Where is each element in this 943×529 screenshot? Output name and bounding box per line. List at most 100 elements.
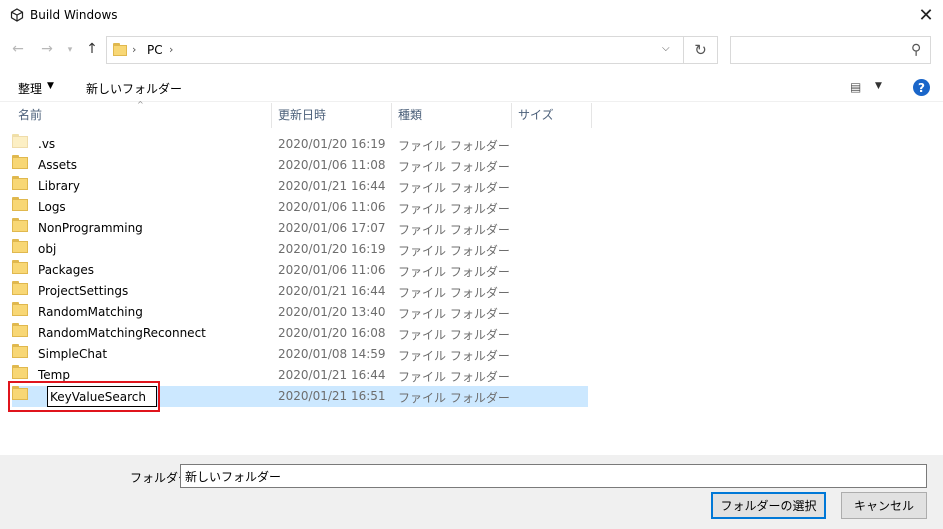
recent-locations-button[interactable]: ▾ — [64, 40, 76, 60]
folder-icon — [12, 323, 28, 337]
back-button[interactable]: ← — [8, 39, 28, 59]
file-type: ファイル フォルダー — [398, 139, 510, 153]
title-bar: Build Windows ✕ — [0, 0, 943, 31]
up-button[interactable]: ↑ — [82, 39, 102, 59]
folder-icon — [12, 260, 28, 274]
folder-icon — [12, 281, 28, 295]
arrow-left-icon: ← — [12, 41, 24, 57]
file-date: 2020/01/21 16:51 — [278, 389, 386, 403]
file-date: 2020/01/06 11:06 — [278, 263, 386, 277]
toolbar: 整理 ▼ 新しいフォルダー ▤ ▼ — [0, 73, 943, 102]
file-row[interactable]: obj 2020/01/20 16:19 ファイル フォルダー — [12, 239, 588, 260]
file-row[interactable]: NonProgramming 2020/01/06 17:07 ファイル フォルダー — [12, 218, 588, 239]
file-date: 2020/01/21 16:44 — [278, 368, 386, 382]
folder-icon — [12, 302, 28, 316]
search-input[interactable]: ⚲ — [730, 36, 931, 64]
arrow-up-icon: ↑ — [86, 41, 98, 57]
breadcrumb-separator[interactable]: › — [169, 43, 173, 56]
file-date: 2020/01/08 14:59 — [278, 347, 386, 361]
column-date-modified[interactable]: 更新日時 — [272, 103, 392, 128]
folder-icon — [12, 344, 28, 358]
footer-panel: フォルダー: 新しいフォルダー フォルダーの選択 キャンセル — [0, 455, 943, 529]
file-type: ファイル フォルダー — [398, 244, 510, 258]
file-name: .vs — [38, 137, 56, 151]
file-name: ProjectSettings — [38, 284, 129, 298]
file-name: RandomMatchingReconnect — [38, 326, 206, 340]
file-name: Logs — [38, 200, 66, 214]
chevron-down-icon: ▾ — [67, 45, 73, 55]
file-type: ファイル フォルダー — [398, 223, 510, 237]
close-icon: ✕ — [918, 4, 934, 26]
column-size[interactable]: サイズ — [512, 103, 592, 128]
refresh-button[interactable]: ↻ — [684, 36, 718, 64]
close-button[interactable]: ✕ — [909, 0, 943, 30]
file-type: ファイル フォルダー — [398, 328, 510, 342]
address-dropdown-icon[interactable]: ⌵ — [662, 43, 670, 54]
column-header: 名前 更新日時 種類 サイズ — [0, 103, 943, 128]
file-name: Packages — [38, 263, 94, 277]
search-icon[interactable]: ⚲ — [911, 42, 921, 58]
file-row[interactable]: Library 2020/01/21 16:44 ファイル フォルダー — [12, 176, 588, 197]
refresh-icon: ↻ — [694, 41, 707, 59]
file-type: ファイル フォルダー — [398, 349, 510, 363]
cancel-button[interactable]: キャンセル — [841, 492, 927, 519]
chevron-down-icon[interactable]: ▼ — [47, 81, 54, 91]
arrow-right-icon: → — [41, 41, 53, 57]
file-name: Library — [38, 179, 80, 193]
file-date: 2020/01/06 17:07 — [278, 221, 386, 235]
breadcrumb-pc[interactable]: PC — [147, 43, 163, 57]
file-row[interactable]: Assets 2020/01/06 11:08 ファイル フォルダー — [12, 155, 588, 176]
select-folder-label: フォルダーの選択 — [720, 499, 817, 513]
cancel-label: キャンセル — [853, 499, 914, 513]
file-row[interactable]: ProjectSettings 2020/01/21 16:44 ファイル フォルダ… — [12, 281, 588, 302]
file-row[interactable]: .vs 2020/01/20 16:19 ファイル フォルダー — [12, 134, 588, 155]
folder-icon — [12, 197, 28, 211]
organize-button[interactable]: 整理 — [18, 80, 42, 97]
help-glyph: ? — [918, 80, 925, 95]
file-row[interactable]: SimpleChat 2020/01/08 14:59 ファイル フォルダー — [12, 344, 588, 365]
file-type: ファイル フォルダー — [398, 286, 510, 300]
file-date: 2020/01/20 16:19 — [278, 137, 386, 151]
view-options-icon[interactable]: ▤ — [850, 80, 861, 94]
help-icon[interactable]: ? — [913, 79, 930, 96]
address-bar[interactable]: › PC › ⌵ — [106, 36, 684, 64]
folder-name-value: 新しいフォルダー — [185, 470, 282, 484]
file-row[interactable]: Logs 2020/01/06 11:06 ファイル フォルダー — [12, 197, 588, 218]
new-folder-button[interactable]: 新しいフォルダー — [86, 80, 182, 97]
folder-icon — [12, 134, 28, 148]
highlight-box — [8, 381, 160, 412]
folder-icon — [12, 218, 28, 232]
file-type: ファイル フォルダー — [398, 307, 510, 321]
column-name[interactable]: 名前 — [12, 103, 272, 128]
file-type: ファイル フォルダー — [398, 202, 510, 216]
file-type: ファイル フォルダー — [398, 160, 510, 174]
file-row[interactable]: RandomMatchingReconnect 2020/01/20 16:08 フ… — [12, 323, 588, 344]
folder-icon — [12, 176, 28, 190]
file-type: ファイル フォルダー — [398, 181, 510, 195]
file-date: 2020/01/21 16:44 — [278, 179, 386, 193]
file-type: ファイル フォルダー — [398, 265, 510, 279]
file-date: 2020/01/20 16:08 — [278, 326, 386, 340]
folder-name-field[interactable]: 新しいフォルダー — [180, 464, 927, 488]
file-date: 2020/01/21 16:44 — [278, 284, 386, 298]
folder-icon — [113, 43, 127, 56]
folder-icon — [12, 365, 28, 379]
forward-button[interactable]: → — [37, 39, 57, 59]
column-type[interactable]: 種類 — [392, 103, 512, 128]
folder-icon — [12, 239, 28, 253]
file-name: RandomMatching — [38, 305, 143, 319]
select-folder-button[interactable]: フォルダーの選択 — [711, 492, 826, 519]
file-name: SimpleChat — [38, 347, 108, 361]
window-title: Build Windows — [30, 8, 118, 22]
file-date: 2020/01/06 11:08 — [278, 158, 386, 172]
file-type: ファイル フォルダー — [398, 391, 510, 405]
breadcrumb-separator[interactable]: › — [132, 43, 136, 56]
chevron-down-icon[interactable]: ▼ — [875, 81, 882, 91]
file-date: 2020/01/06 11:06 — [278, 200, 386, 214]
file-row[interactable]: RandomMatching 2020/01/20 13:40 ファイル フォルダー — [12, 302, 588, 323]
file-row[interactable]: Packages 2020/01/06 11:06 ファイル フォルダー — [12, 260, 588, 281]
file-type: ファイル フォルダー — [398, 370, 510, 384]
folder-icon — [12, 155, 28, 169]
unity-app-icon — [10, 8, 24, 22]
file-name: NonProgramming — [38, 221, 143, 235]
